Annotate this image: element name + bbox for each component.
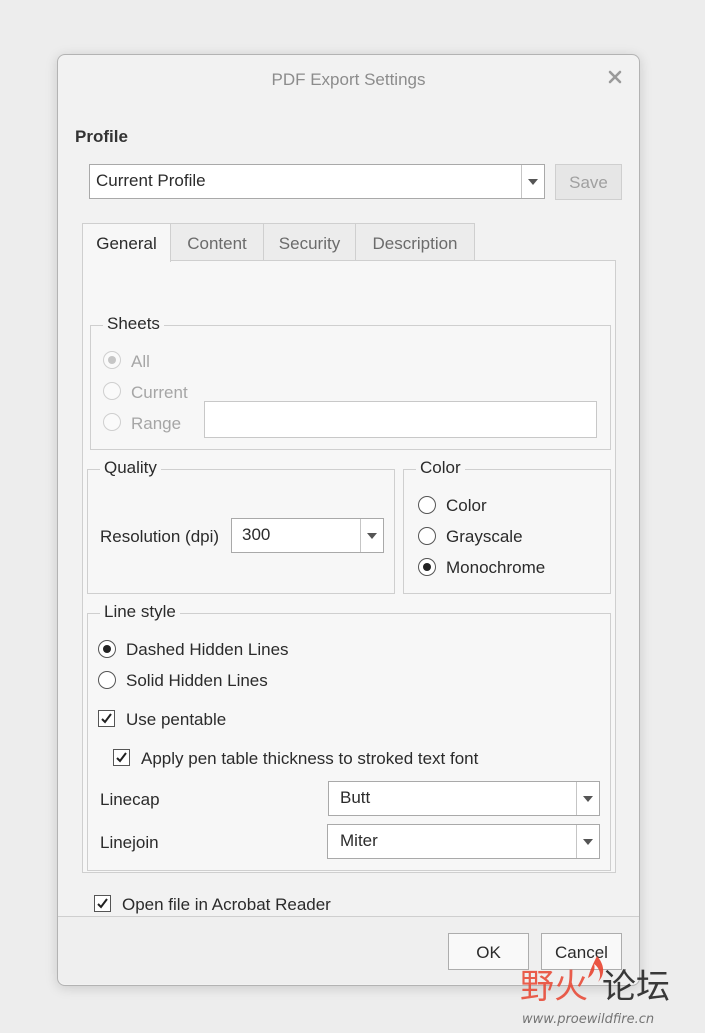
close-icon[interactable] [605, 67, 625, 87]
quality-legend: Quality [100, 458, 161, 478]
linejoin-label: Linejoin [100, 833, 159, 852]
watermark-logo: 野火 论坛 www.proewildfire.cn [520, 956, 670, 1027]
tab-content[interactable]: Content [170, 223, 264, 260]
general-tab-panel: Sheets All Current Range Quality Resolut… [82, 260, 616, 914]
solid-hidden-lines-radio[interactable] [98, 671, 116, 689]
line-style-group: Line style Dashed Hidden Lines Solid Hid… [87, 602, 611, 871]
sheets-all-radio[interactable] [103, 351, 121, 369]
sheets-legend: Sheets [103, 314, 164, 334]
linejoin-select[interactable]: Miter [327, 824, 600, 859]
profile-select[interactable]: Current Profile [89, 164, 545, 199]
sheets-current-radio[interactable] [103, 382, 121, 400]
svg-text:野火: 野火 [520, 967, 588, 1007]
solid-hidden-lines-label: Solid Hidden Lines [126, 671, 268, 690]
color-monochrome-radio[interactable] [418, 558, 436, 576]
tab-description[interactable]: Description [355, 223, 475, 260]
linecap-select-value: Butt [340, 788, 371, 807]
sheets-all-label: All [131, 352, 150, 371]
save-button[interactable]: Save [555, 164, 622, 200]
linejoin-select-value: Miter [340, 831, 378, 850]
chevron-down-icon[interactable] [521, 165, 544, 198]
color-color-radio[interactable] [418, 496, 436, 514]
dialog-title: PDF Export Settings [271, 70, 426, 89]
use-pentable-label: Use pentable [126, 710, 227, 729]
linecap-select[interactable]: Butt [328, 781, 600, 816]
color-grayscale-label: Grayscale [446, 527, 523, 546]
linecap-label: Linecap [100, 790, 160, 809]
resolution-select[interactable]: 300 [231, 518, 384, 553]
sheets-range-input[interactable] [204, 401, 597, 438]
tab-general[interactable]: General [82, 223, 171, 262]
color-color-label: Color [446, 496, 487, 515]
resolution-label: Resolution (dpi) [100, 527, 220, 546]
resolution-select-value: 300 [242, 525, 271, 544]
ok-button[interactable]: OK [448, 933, 529, 970]
pdf-export-settings-dialog: PDF Export Settings Profile Current Prof… [57, 54, 640, 986]
color-grayscale-radio[interactable] [418, 527, 436, 545]
color-monochrome-label: Monochrome [446, 558, 546, 577]
svg-text:www.proewildfire.cn: www.proewildfire.cn [522, 1012, 654, 1027]
tab-security[interactable]: Security [263, 223, 356, 260]
profile-select-value: Current Profile [96, 171, 206, 190]
checkmark-icon [116, 752, 127, 763]
chevron-down-icon[interactable] [360, 519, 383, 552]
chevron-down-icon[interactable] [576, 825, 599, 858]
checkmark-icon [101, 713, 112, 724]
sheets-group: Sheets All Current Range [90, 314, 611, 450]
profile-label: Profile [75, 127, 128, 146]
color-group: Color Color Grayscale Monochrome [403, 458, 611, 594]
sheets-current-label: Current [131, 383, 188, 402]
color-legend: Color [416, 458, 465, 478]
sheets-range-label: Range [131, 414, 182, 433]
dashed-hidden-lines-radio[interactable] [98, 640, 116, 658]
line-style-legend: Line style [100, 602, 180, 622]
chevron-down-icon[interactable] [576, 782, 599, 815]
apply-pen-thickness-label: Apply pen table thickness to stroked tex… [141, 749, 479, 768]
checkmark-icon [97, 898, 108, 909]
sheets-range-radio[interactable] [103, 413, 121, 431]
quality-group: Quality Resolution (dpi) 300 [87, 458, 395, 594]
svg-text:论坛: 论坛 [602, 967, 670, 1007]
apply-pen-thickness-checkbox[interactable] [113, 749, 130, 766]
open-acrobat-label: Open file in Acrobat Reader [122, 895, 331, 914]
open-acrobat-checkbox[interactable] [94, 895, 111, 912]
use-pentable-checkbox[interactable] [98, 710, 115, 727]
dashed-hidden-lines-label: Dashed Hidden Lines [126, 640, 289, 659]
